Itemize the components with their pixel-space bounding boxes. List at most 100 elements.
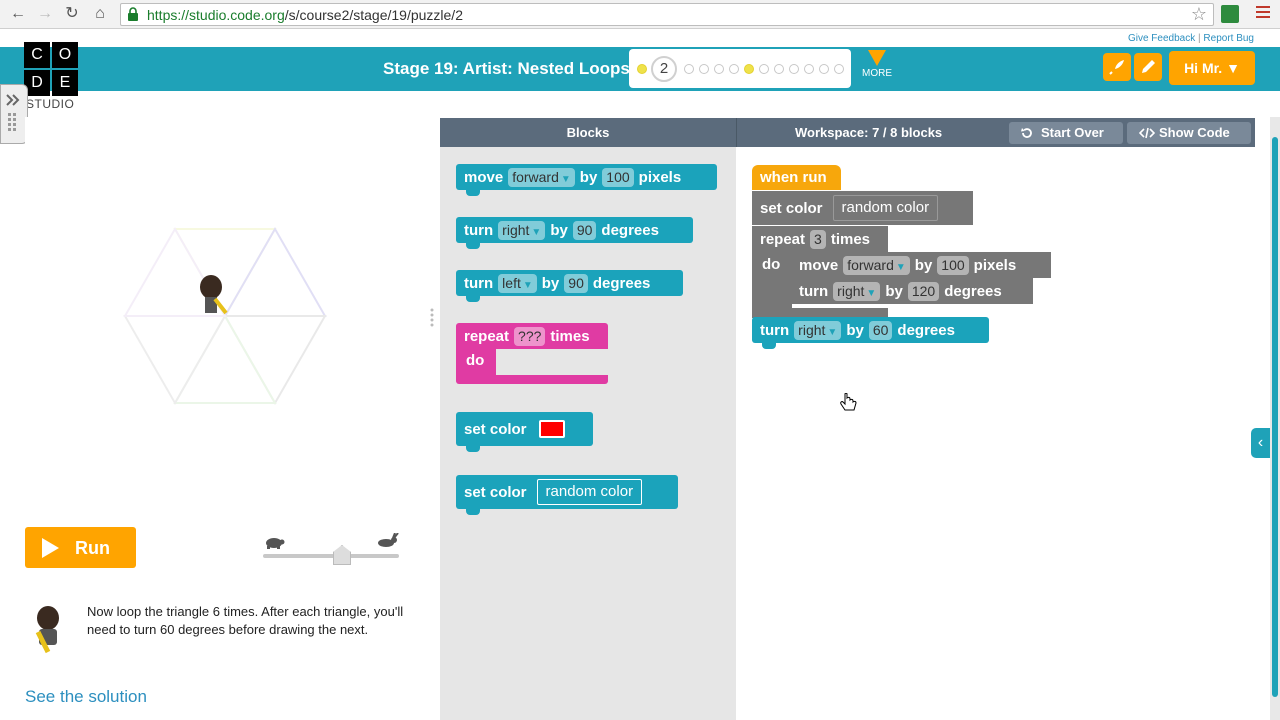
progress-dot[interactable]	[834, 64, 844, 74]
start-over-button[interactable]: Start Over	[1009, 122, 1123, 144]
toolbox-move-block[interactable]: move forward ▼ by 100 pixels	[456, 164, 717, 196]
pencil-button[interactable]	[1134, 53, 1162, 81]
chevron-left-icon: ‹	[1257, 434, 1264, 451]
progress-dot[interactable]	[684, 64, 694, 74]
repeat-count-field[interactable]: ???	[514, 326, 546, 346]
progress-dot[interactable]	[714, 64, 724, 74]
logo-letter: E	[52, 70, 78, 96]
progress-dot[interactable]	[804, 64, 814, 74]
direction-dropdown[interactable]: right ▼	[498, 220, 546, 240]
block-word: pixels	[973, 256, 1017, 274]
artist-canvas	[25, 117, 425, 517]
extension-icon[interactable]	[1221, 5, 1239, 23]
random-color-value[interactable]: random color	[536, 479, 643, 505]
block-word: set color	[464, 483, 527, 501]
repeat-do-label: do	[466, 352, 485, 369]
current-puzzle-indicator[interactable]: 2	[651, 56, 677, 82]
show-code-button[interactable]: Show Code	[1127, 122, 1251, 144]
direction-dropdown[interactable]: forward ▼	[508, 167, 575, 187]
dropdown-arrow-icon: ▼	[531, 226, 542, 238]
direction-dropdown[interactable]: left ▼	[498, 273, 537, 293]
progress-dot[interactable]	[819, 64, 829, 74]
toolbox-turn-right-block[interactable]: turn right ▼ by 90 degrees	[456, 217, 693, 249]
repeat-count-field[interactable]: 3	[810, 229, 826, 249]
amount-field[interactable]: 120	[907, 281, 940, 301]
scrollbar-thumb[interactable]	[1272, 137, 1278, 697]
browser-menu-icon[interactable]	[1256, 6, 1270, 20]
toolbox-set-color-block[interactable]: set color	[456, 412, 593, 452]
progress-dot[interactable]	[699, 64, 709, 74]
stage-title: Stage 19: Artist: Nested Loops	[383, 59, 630, 78]
reload-icon[interactable]: ↻	[62, 4, 82, 24]
block-notch	[466, 446, 480, 452]
block-word: turn	[464, 221, 494, 239]
report-bug-link[interactable]: Report Bug	[1203, 33, 1254, 44]
more-button[interactable]: MORE	[859, 50, 895, 79]
studio-label: STUDIO	[26, 97, 75, 111]
dropdown-value: forward	[847, 256, 894, 273]
amount-field[interactable]: 100	[602, 167, 634, 187]
block-word: degrees	[897, 321, 955, 339]
start-over-label: Start Over	[1041, 125, 1104, 140]
dropdown-value: forward	[512, 168, 559, 185]
progress-dot[interactable]	[637, 64, 647, 74]
bookmark-star-icon[interactable]: ☆	[1191, 4, 1207, 25]
block-word: by	[579, 168, 598, 186]
user-menu-button[interactable]: Hi Mr. ▼	[1169, 51, 1255, 85]
run-label: Run	[75, 538, 110, 558]
random-color-value[interactable]: random color	[832, 195, 939, 221]
workspace-turn-inner-block[interactable]: turn right ▼ by 120 degrees	[791, 278, 1033, 304]
run-button[interactable]: Run	[25, 527, 136, 568]
amount-field[interactable]: 60	[868, 320, 893, 340]
progress-dot[interactable]	[774, 64, 784, 74]
toolbox-repeat-block[interactable]: repeat ??? times do	[456, 323, 608, 384]
blocks-header-label: Blocks	[566, 125, 610, 140]
progress-dot[interactable]	[744, 64, 754, 74]
amount-field[interactable]: 100	[937, 255, 969, 275]
progress-dot[interactable]	[789, 64, 799, 74]
code-logo[interactable]: C O D E	[24, 42, 80, 98]
workspace-turn-outer-block[interactable]: turn right ▼ by 60 degrees	[752, 317, 989, 349]
rabbit-icon	[378, 533, 399, 547]
dropdown-arrow-icon: ▼	[895, 261, 906, 273]
give-feedback-link[interactable]: Give Feedback	[1128, 33, 1195, 44]
color-swatch[interactable]	[538, 420, 565, 438]
page-scrollbar[interactable]	[1270, 117, 1280, 720]
rocket-button[interactable]	[1103, 53, 1131, 81]
progress-dot[interactable]	[759, 64, 769, 74]
speed-slider-thumb[interactable]	[333, 545, 351, 565]
address-bar[interactable]: https://studio.code.org/s/course2/stage/…	[120, 3, 1214, 26]
collapse-panel-button[interactable]: ‹	[1251, 428, 1270, 458]
turtle-icon	[266, 538, 285, 549]
side-drawer-tab[interactable]	[0, 84, 28, 144]
direction-dropdown[interactable]: right ▼	[794, 320, 842, 340]
dropdown-arrow-icon: ▼	[522, 279, 533, 291]
forward-icon[interactable]: →	[35, 4, 55, 24]
direction-dropdown[interactable]: forward ▼	[843, 255, 910, 275]
block-word: turn	[464, 274, 494, 292]
puzzle-progress: 2	[629, 49, 851, 88]
repeat-footer	[456, 375, 608, 384]
progress-dot[interactable]	[729, 64, 739, 74]
lock-icon	[128, 7, 138, 21]
url-text: https://studio.code.org/s/course2/stage/…	[147, 7, 463, 23]
amount-field[interactable]: 90	[572, 220, 597, 240]
toolbox-turn-left-block[interactable]: turn left ▼ by 90 degrees	[456, 270, 683, 302]
repeat-header: repeat ??? times	[456, 323, 608, 349]
workspace-move-block[interactable]: move forward ▼ by 100 pixels	[791, 252, 1051, 278]
workspace-count-label: Workspace: 7 / 8 blocks	[795, 125, 943, 140]
toolbox-set-color-random-block[interactable]: set color random color	[456, 475, 678, 515]
repeat-header: repeat 3 times	[752, 226, 888, 252]
panel-resize-handle-icon[interactable]	[428, 307, 436, 327]
speed-slider-track[interactable]	[263, 554, 399, 558]
back-icon[interactable]: ←	[8, 4, 28, 24]
direction-dropdown[interactable]: right ▼	[833, 281, 881, 301]
dropdown-value: left	[502, 274, 521, 291]
when-run-block[interactable]: when run	[752, 165, 841, 190]
home-icon[interactable]: ⌂	[90, 4, 110, 24]
pencil-icon	[1142, 60, 1155, 73]
workspace-set-color-block[interactable]: set color random color	[752, 191, 973, 225]
dropdown-arrow-icon: ▼	[560, 173, 571, 185]
see-solution-link[interactable]: See the solution	[25, 687, 147, 707]
amount-field[interactable]: 90	[564, 273, 588, 293]
